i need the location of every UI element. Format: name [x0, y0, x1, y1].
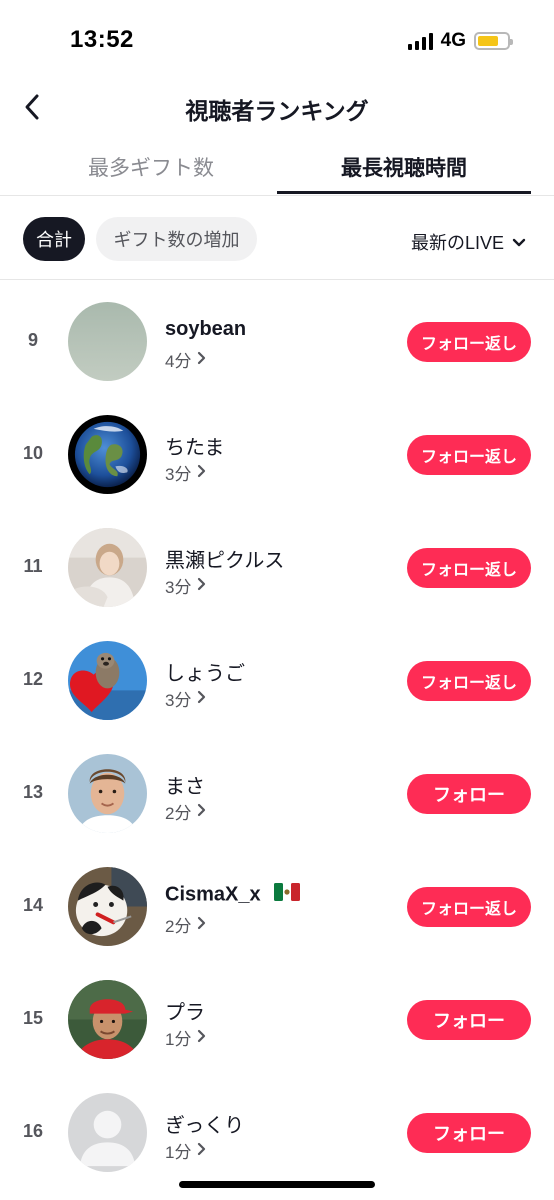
header: 視聴者ランキング: [0, 80, 554, 136]
list-item: 16 ぎっくり 1分 フォロー: [0, 1071, 554, 1184]
watch-time[interactable]: 2分: [165, 799, 206, 824]
chevron-right-icon: [197, 1141, 206, 1161]
follow-button[interactable]: フォロー: [407, 774, 531, 814]
avatar[interactable]: [68, 754, 147, 833]
watch-time[interactable]: 2分: [165, 912, 206, 937]
rank-number: 12: [22, 669, 44, 689]
watch-time-value: 3分: [165, 578, 192, 597]
username-text: CismaX_x: [165, 883, 261, 906]
status-indicators: 4G: [407, 30, 513, 52]
list-item: 11 黒瀬ピクルス 3分 フォロー返し: [0, 506, 554, 619]
filter-chip-gift-increase[interactable]: ギフト数の増加: [96, 217, 257, 261]
watch-time[interactable]: 3分: [165, 460, 206, 485]
rank-number: 10: [22, 443, 44, 463]
avatar[interactable]: [68, 415, 147, 494]
sort-dropdown[interactable]: 最新のLIVE: [411, 229, 526, 255]
watch-time[interactable]: 4分: [165, 347, 206, 372]
watch-time[interactable]: 1分: [165, 1138, 206, 1163]
sort-label: 最新のLIVE: [410, 233, 504, 253]
tab-most-gifts[interactable]: 最多ギフト数: [24, 152, 278, 182]
watch-time[interactable]: 3分: [165, 573, 206, 598]
chevron-right-icon: [197, 576, 206, 596]
avatar[interactable]: [68, 641, 147, 720]
watch-time-value: 1分: [165, 1143, 192, 1162]
tab-selected-indicator: [277, 191, 531, 194]
list-item: 14 CismaX_x 2分 フォロー返し: [0, 845, 554, 958]
avatar[interactable]: [68, 302, 147, 381]
status-time: 13:52: [70, 26, 134, 53]
follow-back-button[interactable]: フォロー返し: [407, 887, 531, 927]
username[interactable]: CismaX_x: [165, 883, 301, 907]
rank-number: 14: [22, 895, 44, 915]
follow-button[interactable]: フォロー: [407, 1113, 531, 1153]
chevron-right-icon: [197, 350, 206, 370]
avatar[interactable]: [68, 980, 147, 1059]
username[interactable]: soybean: [165, 318, 246, 341]
watch-time-value: 3分: [165, 691, 192, 710]
list-item: 12 しょうご 3分 フォロー返し: [0, 619, 554, 732]
watch-time-value: 3分: [165, 465, 192, 484]
signal-icon: [407, 32, 433, 50]
tab-longest-watch-time[interactable]: 最長視聴時間: [277, 152, 531, 182]
rank-number: 15: [22, 1008, 44, 1028]
watch-time-value: 2分: [165, 804, 192, 823]
home-indicator[interactable]: [179, 1181, 375, 1188]
follow-back-button[interactable]: フォロー返し: [407, 435, 531, 475]
battery-level: [478, 36, 498, 46]
filter-row: 合計 ギフト数の増加 最新のLIVE: [0, 196, 554, 280]
chevron-right-icon: [197, 802, 206, 822]
follow-back-button[interactable]: フォロー返し: [407, 661, 531, 701]
follow-button[interactable]: フォロー: [407, 1000, 531, 1040]
avatar[interactable]: [68, 528, 147, 607]
avatar[interactable]: [68, 867, 147, 946]
chevron-right-icon: [197, 1028, 206, 1048]
rank-number: 11: [23, 556, 43, 576]
filter-chip-total[interactable]: 合計: [23, 217, 85, 261]
list-item: 9 soybean 4分 フォロー返し: [0, 280, 554, 393]
network-type: 4G: [440, 30, 466, 51]
username[interactable]: ぎっくり: [165, 1109, 244, 1138]
battery-icon: [474, 32, 513, 50]
watch-time-value: 1分: [165, 1030, 192, 1049]
list-item: 15 プラ 1分 フォロー: [0, 958, 554, 1071]
chevron-right-icon: [197, 463, 206, 483]
status-bar: 13:52 4G: [0, 0, 554, 80]
follow-back-button[interactable]: フォロー返し: [407, 548, 531, 588]
username[interactable]: プラ: [165, 996, 205, 1025]
username[interactable]: しょうご: [165, 657, 245, 686]
rank-number: 9: [27, 330, 38, 350]
page-title: 視聴者ランキング: [185, 98, 369, 124]
follow-back-button[interactable]: フォロー返し: [407, 322, 531, 362]
rank-number: 16: [22, 1121, 44, 1141]
list-item: 13 まさ 2分 フォロー: [0, 732, 554, 845]
watch-time[interactable]: 1分: [165, 1025, 206, 1050]
rank-number: 13: [22, 782, 44, 802]
watch-time[interactable]: 3分: [165, 686, 206, 711]
default-user-icon[interactable]: [68, 1093, 147, 1172]
tab-bar: 最多ギフト数 最長視聴時間: [0, 140, 554, 196]
username[interactable]: まさ: [165, 770, 205, 799]
list-item: 10 ちたま 3分 フォロー返し: [0, 393, 554, 506]
username[interactable]: ちたま: [165, 431, 224, 460]
chevron-down-icon: [512, 232, 526, 253]
mexico-flag-icon: [274, 883, 301, 907]
username[interactable]: 黒瀬ピクルス: [165, 544, 284, 573]
watch-time-value: 4分: [165, 352, 192, 371]
chevron-right-icon: [197, 689, 206, 709]
watch-time-value: 2分: [165, 917, 192, 936]
chevron-right-icon: [197, 915, 206, 935]
